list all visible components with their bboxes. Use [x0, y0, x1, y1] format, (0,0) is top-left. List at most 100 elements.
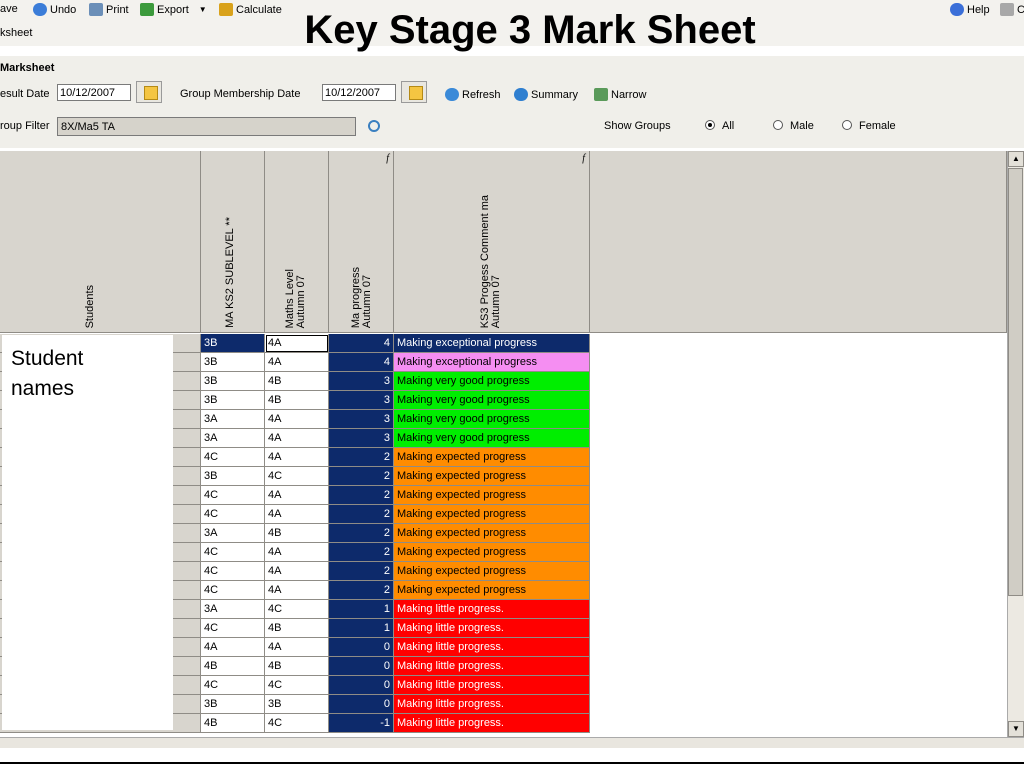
maths-level-cell[interactable]: 4A: [265, 334, 329, 353]
summary-button[interactable]: Summary: [514, 88, 578, 101]
column-header-ma-progress[interactable]: f Ma progress Autumn 07: [329, 151, 394, 333]
radio-all[interactable]: [705, 120, 715, 130]
ma-progress-cell[interactable]: -1: [329, 714, 394, 733]
ma-progress-cell[interactable]: 0: [329, 676, 394, 695]
ma-progress-cell[interactable]: 2: [329, 505, 394, 524]
column-header-maths-level[interactable]: Maths Level Autumn 07: [265, 151, 329, 333]
scrollbar-thumb[interactable]: [1008, 168, 1023, 596]
ks3-comment-cell[interactable]: Making expected progress: [394, 524, 590, 543]
ks2-sublevel-cell[interactable]: 4C: [201, 619, 265, 638]
ks3-comment-cell[interactable]: Making exceptional progress: [394, 334, 590, 353]
ks3-comment-cell[interactable]: Making expected progress: [394, 448, 590, 467]
maths-level-cell[interactable]: 4A: [265, 638, 329, 657]
maths-level-cell[interactable]: 4C: [265, 600, 329, 619]
ks2-sublevel-cell[interactable]: 4C: [201, 486, 265, 505]
ks2-sublevel-cell[interactable]: 3A: [201, 410, 265, 429]
ma-progress-cell[interactable]: 2: [329, 448, 394, 467]
ma-progress-cell[interactable]: 0: [329, 657, 394, 676]
ma-progress-cell[interactable]: 4: [329, 334, 394, 353]
ks3-comment-cell[interactable]: Making very good progress: [394, 410, 590, 429]
maths-level-cell[interactable]: 4A: [265, 353, 329, 372]
maths-level-cell[interactable]: 4A: [265, 410, 329, 429]
ks3-comment-cell[interactable]: Making exceptional progress: [394, 353, 590, 372]
ma-progress-cell[interactable]: 3: [329, 429, 394, 448]
ma-progress-cell[interactable]: 2: [329, 486, 394, 505]
ma-progress-cell[interactable]: 0: [329, 695, 394, 714]
maths-level-cell[interactable]: 4B: [265, 391, 329, 410]
ks2-sublevel-cell[interactable]: 3B: [201, 467, 265, 486]
ks3-comment-cell[interactable]: Making very good progress: [394, 429, 590, 448]
column-header-ks3-comment[interactable]: f KS3 Progess Comment ma Autumn 07: [394, 151, 590, 333]
maths-level-cell[interactable]: 4C: [265, 676, 329, 695]
ks3-comment-cell[interactable]: Making little progress.: [394, 619, 590, 638]
group-filter-field[interactable]: 8X/Ma5 TA: [57, 117, 356, 136]
ks2-sublevel-cell[interactable]: 4C: [201, 448, 265, 467]
ks3-comment-cell[interactable]: Making expected progress: [394, 543, 590, 562]
group-membership-picker-button[interactable]: [401, 81, 427, 103]
ks3-comment-cell[interactable]: Making expected progress: [394, 505, 590, 524]
maths-level-cell[interactable]: 4A: [265, 448, 329, 467]
column-header-students[interactable]: Students: [0, 151, 201, 333]
column-header-ks2-sublevel[interactable]: MA KS2 SUBLEVEL **: [201, 151, 265, 333]
ma-progress-cell[interactable]: 2: [329, 467, 394, 486]
ks2-sublevel-cell[interactable]: 4C: [201, 543, 265, 562]
ma-progress-cell[interactable]: 1: [329, 619, 394, 638]
refresh-button[interactable]: Refresh: [445, 88, 501, 101]
ks2-sublevel-cell[interactable]: 4B: [201, 657, 265, 676]
maths-level-cell[interactable]: 3B: [265, 695, 329, 714]
ks2-sublevel-cell[interactable]: 4C: [201, 562, 265, 581]
group-membership-date-field[interactable]: 10/12/2007: [322, 84, 396, 101]
ks2-sublevel-cell[interactable]: 3B: [201, 372, 265, 391]
scroll-up-icon[interactable]: ▲: [1008, 151, 1024, 167]
ks2-sublevel-cell[interactable]: 3B: [201, 353, 265, 372]
ks2-sublevel-cell[interactable]: 4A: [201, 638, 265, 657]
maths-level-cell[interactable]: 4B: [265, 372, 329, 391]
maths-level-cell[interactable]: 4A: [265, 562, 329, 581]
ks3-comment-cell[interactable]: Making expected progress: [394, 467, 590, 486]
ks3-comment-cell[interactable]: Making expected progress: [394, 581, 590, 600]
ma-progress-cell[interactable]: 3: [329, 410, 394, 429]
maths-level-cell[interactable]: 4B: [265, 619, 329, 638]
radio-male[interactable]: [773, 120, 783, 130]
ks2-sublevel-cell[interactable]: 3A: [201, 600, 265, 619]
ks3-comment-cell[interactable]: Making little progress.: [394, 638, 590, 657]
maths-level-cell[interactable]: 4A: [265, 581, 329, 600]
ks2-sublevel-cell[interactable]: 3B: [201, 695, 265, 714]
result-date-field[interactable]: 10/12/2007: [57, 84, 131, 101]
maths-level-cell[interactable]: 4A: [265, 505, 329, 524]
ks2-sublevel-cell[interactable]: 3A: [201, 429, 265, 448]
maths-level-cell[interactable]: 4B: [265, 524, 329, 543]
maths-level-cell[interactable]: 4C: [265, 714, 329, 733]
maths-level-cell[interactable]: 4B: [265, 657, 329, 676]
ma-progress-cell[interactable]: 3: [329, 391, 394, 410]
scroll-down-icon[interactable]: ▼: [1008, 721, 1024, 737]
ma-progress-cell[interactable]: 2: [329, 524, 394, 543]
result-date-picker-button[interactable]: [136, 81, 162, 103]
ks3-comment-cell[interactable]: Making little progress.: [394, 695, 590, 714]
ks3-comment-cell[interactable]: Making little progress.: [394, 714, 590, 733]
narrow-button[interactable]: Narrow: [594, 88, 646, 101]
ks3-comment-cell[interactable]: Making expected progress: [394, 562, 590, 581]
ks2-sublevel-cell[interactable]: 4B: [201, 714, 265, 733]
horizontal-scrollbar[interactable]: [0, 737, 1024, 748]
ks3-comment-cell[interactable]: Making very good progress: [394, 372, 590, 391]
ma-progress-cell[interactable]: 4: [329, 353, 394, 372]
ma-progress-cell[interactable]: 2: [329, 543, 394, 562]
ma-progress-cell[interactable]: 1: [329, 600, 394, 619]
ks3-comment-cell[interactable]: Making expected progress: [394, 486, 590, 505]
ks3-comment-cell[interactable]: Making little progress.: [394, 600, 590, 619]
ma-progress-cell[interactable]: 2: [329, 562, 394, 581]
ks2-sublevel-cell[interactable]: 4C: [201, 676, 265, 695]
maths-level-cell[interactable]: 4A: [265, 543, 329, 562]
ks2-sublevel-cell[interactable]: 4C: [201, 581, 265, 600]
ks2-sublevel-cell[interactable]: 3B: [201, 391, 265, 410]
search-icon[interactable]: [368, 120, 380, 132]
ma-progress-cell[interactable]: 0: [329, 638, 394, 657]
ks3-comment-cell[interactable]: Making little progress.: [394, 676, 590, 695]
ks3-comment-cell[interactable]: Making little progress.: [394, 657, 590, 676]
maths-level-cell[interactable]: 4A: [265, 486, 329, 505]
radio-female[interactable]: [842, 120, 852, 130]
maths-level-cell[interactable]: 4C: [265, 467, 329, 486]
ks3-comment-cell[interactable]: Making very good progress: [394, 391, 590, 410]
ks2-sublevel-cell[interactable]: 3B: [201, 334, 265, 353]
